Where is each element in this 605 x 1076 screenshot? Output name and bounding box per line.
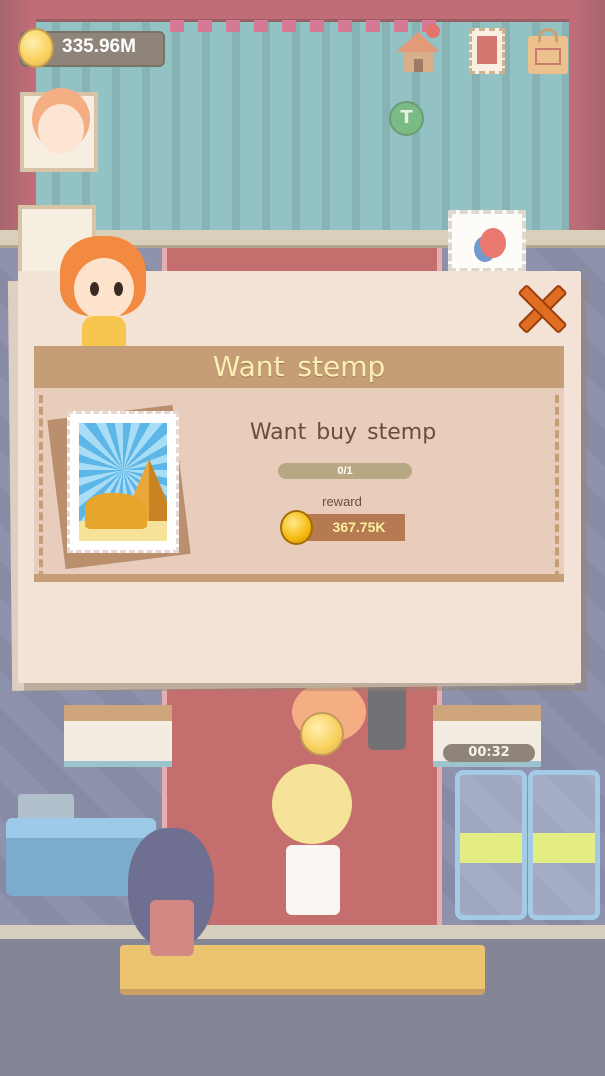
request-text: Want buy stemp (249, 420, 437, 445)
requested-stamp (67, 411, 179, 553)
request-girl-avatar (60, 236, 150, 348)
progress-text: 0/1 (337, 465, 353, 477)
sphinx-pyramid-stamp-image (79, 423, 167, 541)
reward-amount: 367.75K (332, 519, 386, 535)
reward-coin-icon (280, 510, 313, 545)
dialog-title: Want stemp (212, 350, 386, 383)
close-button[interactable] (514, 282, 570, 335)
reward-label: reward (322, 494, 362, 509)
